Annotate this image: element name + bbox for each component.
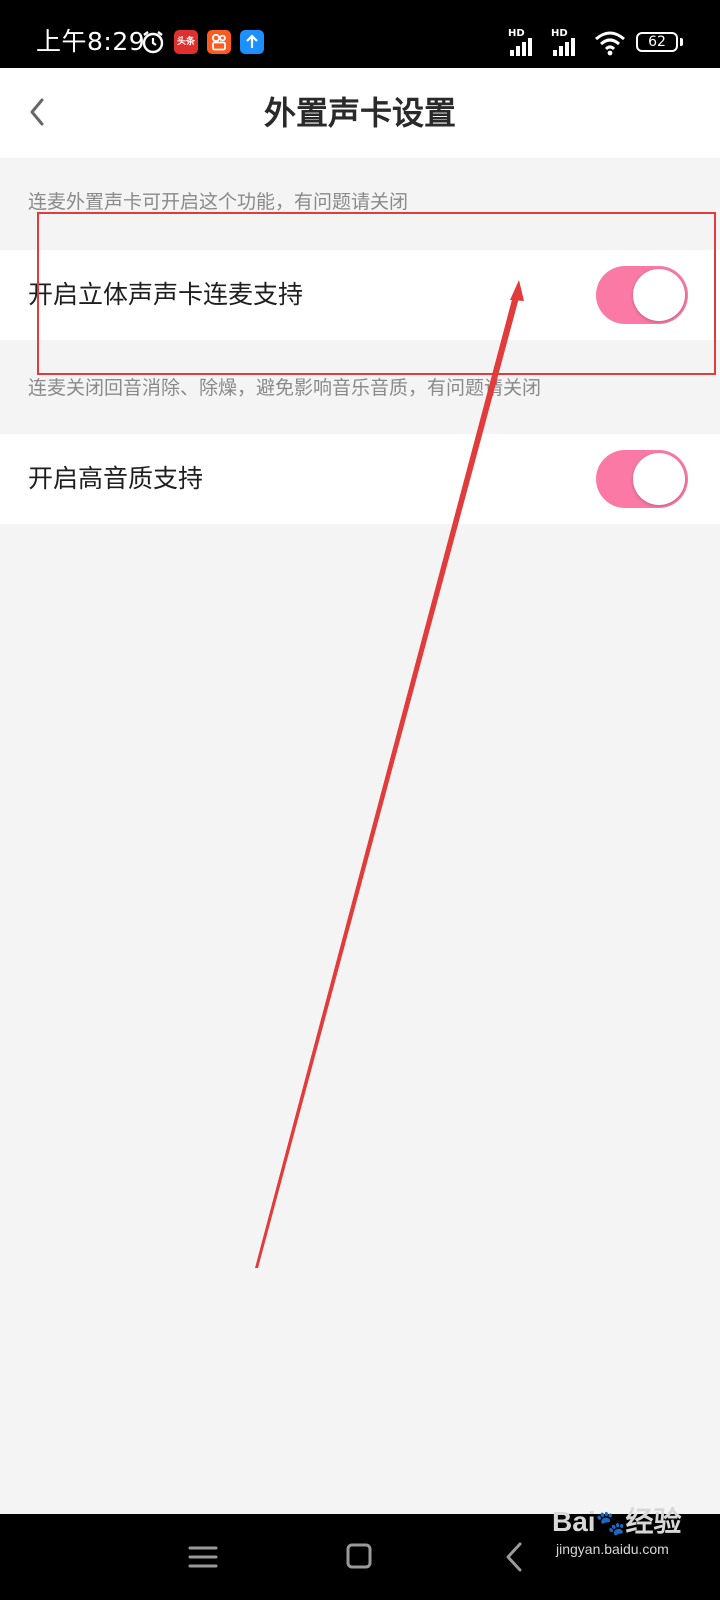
wifi-icon	[595, 31, 625, 56]
battery-icon: 62	[636, 32, 678, 52]
battery-tip	[680, 38, 683, 46]
screen: 上午8:29 头条 HD HD 62 外置声卡设置 连麦外置声卡可开启这个功能，…	[0, 0, 720, 1600]
page-title: 外置声卡设置	[263, 94, 456, 132]
signal-icon-1	[510, 38, 532, 56]
annotation-highlight-box	[37, 212, 716, 375]
watermark-brand-suffix: 经验	[625, 1506, 682, 1537]
arrow-up-icon	[246, 34, 258, 48]
setting-row-high-quality-audio: 开启高音质支持	[0, 434, 720, 524]
back-button[interactable]	[20, 90, 64, 136]
paw-icon: 🐾	[595, 1510, 626, 1537]
menu-icon[interactable]	[178, 1534, 228, 1580]
chevron-left-icon	[30, 98, 44, 126]
baidu-jingyan-watermark: Bai🐾经验 jingyan.baidu.com	[552, 1505, 681, 1557]
alarm-icon	[142, 31, 164, 54]
back-triangle-icon[interactable]	[490, 1534, 540, 1580]
watermark-brand: Bai🐾经验	[552, 1505, 681, 1541]
watermark-site: jingyan.baidu.com	[556, 1541, 669, 1557]
status-bar: 上午8:29 头条 HD HD 62	[0, 0, 720, 68]
toutiao-app-icon: 头条	[174, 30, 198, 54]
setting-label-high-quality-audio: 开启高音质支持	[28, 464, 204, 493]
battery-level: 62	[648, 34, 666, 50]
header: 外置声卡设置	[0, 68, 720, 158]
signal-icon-2	[553, 38, 575, 56]
toutiao-app-label: 头条	[176, 37, 195, 47]
watermark-brand-text: Bai	[552, 1506, 596, 1537]
camera-icon	[211, 33, 226, 51]
setting-description-high-quality: 连麦关闭回音消除、除燥，避免影响音乐音质，有问题请关闭	[28, 377, 542, 399]
upload-app-icon	[240, 30, 264, 54]
kuaishou-app-icon	[207, 30, 231, 54]
status-time: 上午8:29	[36, 27, 146, 56]
home-square-icon[interactable]	[334, 1534, 384, 1580]
toggle-knob	[633, 453, 685, 505]
high-quality-audio-toggle[interactable]	[596, 450, 688, 508]
